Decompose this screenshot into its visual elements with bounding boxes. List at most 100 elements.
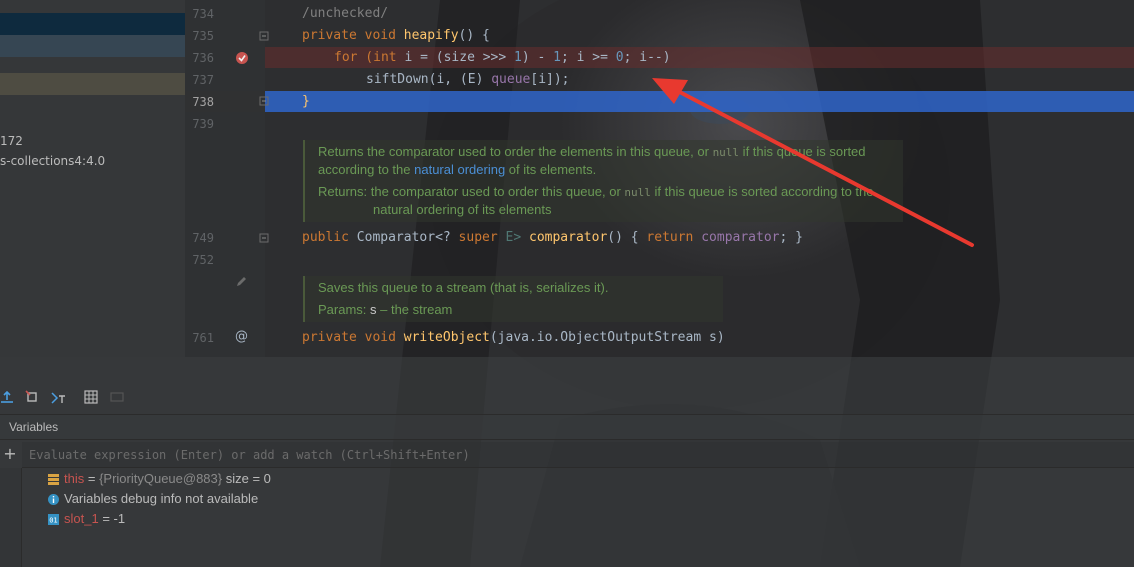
current-line-highlight xyxy=(265,91,1134,112)
variable-row-info: Variables debug info not available xyxy=(64,491,259,506)
code-line-734: /unchecked/ xyxy=(302,6,389,21)
doc-code: null xyxy=(624,186,651,199)
code-line-735: private void heapify() { xyxy=(302,28,490,43)
code-field: queue xyxy=(491,72,531,87)
edit-pencil-icon[interactable] xyxy=(235,275,248,288)
variable-name: slot_1 xyxy=(64,511,99,526)
doc-text: of its elements. xyxy=(505,162,597,177)
code-text: ; i >= xyxy=(561,50,616,65)
code-line-738: } xyxy=(302,94,310,109)
code-line-761: private void writeObject(java.io.ObjectO… xyxy=(302,330,725,345)
variable-extra: size = 0 xyxy=(222,471,271,486)
project-panel: 172 s-collections4:4.0 xyxy=(0,0,185,357)
override-at-icon[interactable]: @ xyxy=(235,329,248,344)
code-number: 0 xyxy=(615,50,624,65)
code-method-name: comparator xyxy=(529,230,608,245)
code-line-736: for (int i = (size >>> 1) - 1; i >= 0; i… xyxy=(334,50,671,65)
variable-value: -1 xyxy=(113,511,126,526)
debugger-side-toolbar xyxy=(0,468,22,567)
object-field-icon xyxy=(48,474,59,485)
breakpoint-icon[interactable] xyxy=(235,51,249,65)
doc-label: Returns: xyxy=(318,184,371,199)
code-text: ) - xyxy=(521,50,554,65)
debugger-toolbar xyxy=(0,386,1134,412)
code-text: (java.io.ObjectOutputStream s) xyxy=(489,330,725,345)
line-number: 734 xyxy=(192,7,214,21)
code-text: ; } xyxy=(779,230,803,245)
line-number: 736 xyxy=(192,51,214,65)
code-keyword: for ( xyxy=(334,50,374,65)
code-keyword: int xyxy=(373,50,405,65)
javadoc-comparator: Returns the comparator used to order the… xyxy=(303,140,903,222)
project-tree-row[interactable] xyxy=(0,35,185,57)
evaluate-expression-bar[interactable] xyxy=(22,442,1134,468)
code-text: siftDown(i, (E) xyxy=(366,72,492,87)
doc-text: the comparator used to order this queue,… xyxy=(370,184,625,199)
doc-text: if this queue is sorted xyxy=(739,144,866,159)
code-method-name: heapify xyxy=(403,28,459,43)
code-text: () { xyxy=(607,230,647,245)
drop-frame-icon[interactable] xyxy=(25,390,43,410)
fold-icon[interactable] xyxy=(259,233,269,243)
doc-text: if this queue is sorted according to the xyxy=(650,184,874,199)
doc-line: Saves this queue to a stream (that is, s… xyxy=(318,280,609,295)
code-field: comparator xyxy=(701,230,780,245)
javadoc-writeobject: Saves this queue to a stream (that is, s… xyxy=(303,276,723,322)
code-text: ; i--) xyxy=(623,50,671,65)
doc-text: according to the xyxy=(318,162,415,177)
doc-line: Returns the comparator used to order the… xyxy=(318,144,866,159)
fold-icon[interactable] xyxy=(259,96,269,106)
variables-header: Variables xyxy=(0,414,1134,440)
variable-name: this xyxy=(64,471,85,486)
line-number: 749 xyxy=(192,231,214,245)
code-method-name: writeObject xyxy=(403,330,490,345)
svg-text:01: 01 xyxy=(49,517,57,525)
code-number: 1 xyxy=(514,50,522,65)
code-keyword: super xyxy=(458,230,506,245)
doc-line: according to the natural ordering of its… xyxy=(318,162,596,177)
line-number: 735 xyxy=(192,29,214,43)
code-line-749: public Comparator<? super E> comparator(… xyxy=(302,230,803,245)
code-type-param: E> xyxy=(505,230,529,245)
project-tree-item-collections[interactable]: s-collections4:4.0 xyxy=(0,150,185,172)
info-icon xyxy=(48,494,59,505)
code-text: [i]); xyxy=(530,72,570,87)
doc-line: Params: s – the stream xyxy=(318,302,452,317)
project-tree-item-172[interactable]: 172 xyxy=(0,130,185,152)
doc-label: Params: xyxy=(318,302,371,317)
line-number: 761 xyxy=(192,331,214,345)
doc-code: null xyxy=(712,146,740,159)
code-keyword: public xyxy=(302,230,357,245)
step-out-icon[interactable] xyxy=(0,390,18,410)
variable-descriptor: {PriorityQueue@883} xyxy=(99,471,223,486)
doc-line: Returns: the comparator used to order th… xyxy=(318,184,873,199)
streams-icon[interactable] xyxy=(110,390,128,410)
code-line-737: siftDown(i, (E) queue[i]); xyxy=(366,72,570,87)
line-number: 737 xyxy=(192,73,214,87)
evaluate-expression-input[interactable] xyxy=(29,446,1029,464)
doc-text: Returns the comparator used to order the… xyxy=(318,144,713,159)
code-text: i = (size >>> xyxy=(404,50,515,65)
code-text: () { xyxy=(458,28,490,43)
fold-icon[interactable] xyxy=(259,31,269,41)
variable-row-this[interactable]: this = {PriorityQueue@883} size = 0 xyxy=(64,471,271,491)
add-watch-icon[interactable]: + xyxy=(2,443,18,465)
doc-text: – the stream xyxy=(376,302,453,317)
project-tree-row-highlight[interactable] xyxy=(0,73,185,95)
project-tree-selected-row[interactable] xyxy=(0,13,185,35)
line-number-current: 738 xyxy=(192,95,214,109)
variable-equals: = xyxy=(84,471,100,486)
code-type: Comparator<? xyxy=(356,230,459,245)
code-keyword: private void xyxy=(302,28,404,43)
variable-row-slot-1[interactable]: slot_1 = -1 xyxy=(64,511,125,531)
primitive-variable-icon: 01 xyxy=(48,514,59,525)
natural-ordering-link[interactable]: natural ordering xyxy=(414,162,505,177)
evaluate-table-icon[interactable] xyxy=(84,390,102,410)
variable-equals: = xyxy=(98,511,114,526)
code-keyword: return xyxy=(646,230,702,245)
code-number: 1 xyxy=(553,50,561,65)
line-number: 752 xyxy=(192,253,214,267)
run-to-cursor-icon[interactable] xyxy=(51,390,69,410)
variables-title: Variables xyxy=(9,420,59,434)
code-keyword: private void xyxy=(302,330,404,345)
